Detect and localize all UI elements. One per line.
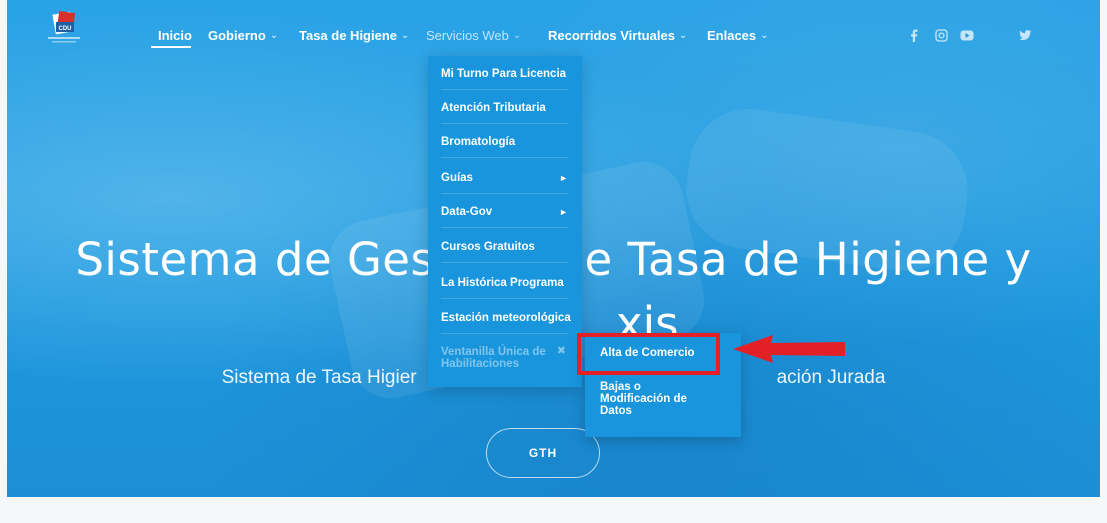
hero-title-left: Sistema de Ges	[75, 233, 435, 286]
nav-servicios-label: Servicios Web	[426, 28, 509, 43]
annotation-arrow-icon	[733, 335, 845, 363]
menu-item-atencion-tributaria[interactable]: Atención Tributaria	[441, 92, 568, 124]
nav-inicio[interactable]: Inicio	[158, 28, 192, 43]
nav-gobierno-label: Gobierno	[208, 28, 266, 43]
chevron-down-icon: ⌄	[401, 30, 410, 41]
nav-gobierno[interactable]: Gobierno ⌄	[208, 28, 278, 43]
servicios-web-dropdown: Mi Turno Para Licencia Atención Tributar…	[428, 56, 582, 387]
menu-item-ventanilla-unica[interactable]: Ventanilla Única de Habilitaciones ✖	[441, 344, 566, 378]
menu-item-guias[interactable]: Guías ►	[441, 162, 568, 194]
menu-item-label: Ventanilla Única de Habilitaciones	[441, 346, 546, 370]
nav-tasa-de-higiene[interactable]: Tasa de Higiene ⌄	[299, 28, 409, 43]
twitter-icon[interactable]	[1017, 27, 1033, 43]
chevron-down-icon: ⌄	[512, 30, 522, 41]
annotation-highlight-box	[577, 333, 720, 375]
chevron-down-icon: ⌄	[760, 30, 769, 41]
nav-servicios-web[interactable]: Servicios Web ⌄	[426, 28, 521, 43]
main-navigation: Inicio Gobierno ⌄ Tasa de Higiene ⌄ Serv…	[0, 0, 1107, 60]
menu-item-label: Mi Turno Para Licencia	[441, 68, 567, 80]
menu-item-mi-turno[interactable]: Mi Turno Para Licencia	[441, 58, 568, 90]
menu-item-label: Estación meteorológica	[441, 312, 571, 324]
menu-item-label: Atención Tributaria	[441, 102, 546, 114]
hero-title-right: e Tasa de Higiene y	[584, 233, 1032, 286]
menu-item-cursos-gratuitos[interactable]: Cursos Gratuitos	[441, 231, 568, 263]
active-nav-indicator	[151, 46, 191, 48]
caret-right-icon: ►	[559, 173, 568, 183]
nav-enlaces[interactable]: Enlaces ⌄	[707, 28, 769, 43]
nav-recorridos-virtuales[interactable]: Recorridos Virtuales ⌄	[548, 28, 687, 43]
menu-item-label: Cursos Gratuitos	[441, 241, 535, 253]
menu-item-label: Data-Gov	[441, 206, 493, 218]
menu-item-data-gov[interactable]: Data-Gov ►	[441, 196, 568, 228]
nav-tasa-label: Tasa de Higiene	[299, 28, 398, 43]
gth-button[interactable]: GTH	[486, 428, 600, 478]
nav-recorridos-label: Recorridos Virtuales	[548, 28, 675, 43]
submenu-item-label: Bajas o Modificación de Datos	[600, 381, 687, 417]
close-icon: ✖	[556, 345, 566, 357]
hero-subtitle-left: Sistema de Tasa Higier	[221, 367, 417, 388]
submenu-item-bajas-modificacion[interactable]: Bajas o Modificación de Datos	[600, 381, 700, 417]
menu-item-estacion-meteorologica[interactable]: Estación meteorológica	[441, 302, 571, 334]
chevron-down-icon: ⌄	[269, 30, 279, 41]
menu-item-label: Bromatología	[441, 136, 516, 148]
chevron-down-icon: ⌄	[678, 30, 688, 41]
instagram-icon[interactable]	[933, 27, 949, 43]
menu-item-label: La Histórica Programa	[441, 277, 564, 289]
youtube-icon[interactable]	[959, 27, 975, 43]
nav-inicio-label: Inicio	[158, 28, 192, 43]
nav-enlaces-label: Enlaces	[707, 28, 757, 43]
caret-right-icon: ►	[559, 207, 568, 217]
hero-subtitle-right: ación Jurada	[776, 367, 886, 388]
facebook-icon[interactable]	[906, 27, 922, 43]
menu-item-la-historica[interactable]: La Histórica Programa	[441, 267, 568, 299]
menu-item-bromatologia[interactable]: Bromatología	[441, 126, 568, 158]
menu-item-label: Guías	[441, 172, 473, 184]
